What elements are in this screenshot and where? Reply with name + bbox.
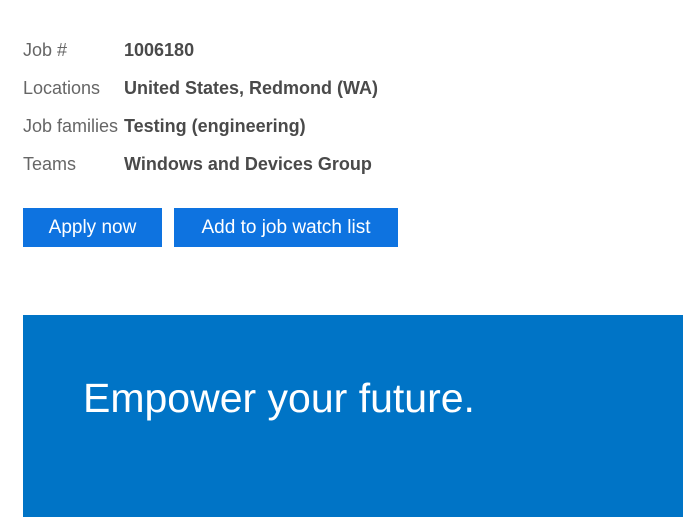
job-families-value: Testing (engineering) bbox=[124, 116, 306, 136]
apply-now-button[interactable]: Apply now bbox=[23, 208, 162, 247]
job-number-label: Job # bbox=[23, 40, 68, 60]
job-number-value: 1006180 bbox=[124, 40, 195, 60]
job-number-row: Job # 1006180 bbox=[23, 38, 443, 76]
locations-value: United States, Redmond (WA) bbox=[124, 78, 379, 98]
banner-headline: Empower your future. bbox=[83, 375, 475, 421]
teams-row: Teams Windows and Devices Group bbox=[23, 152, 443, 190]
locations-row: Locations United States, Redmond (WA) bbox=[23, 76, 443, 114]
job-families-label: Job families bbox=[23, 116, 119, 136]
job-details: Job # 1006180 Locations United States, R… bbox=[23, 38, 443, 190]
job-actions: Apply now Add to job watch list bbox=[23, 208, 398, 247]
promo-banner: Empower your future. bbox=[23, 315, 683, 517]
add-to-watch-list-button[interactable]: Add to job watch list bbox=[174, 208, 398, 247]
teams-value: Windows and Devices Group bbox=[124, 154, 372, 174]
teams-label: Teams bbox=[23, 154, 77, 174]
locations-label: Locations bbox=[23, 78, 101, 98]
job-families-row: Job families Testing (engineering) bbox=[23, 114, 443, 152]
